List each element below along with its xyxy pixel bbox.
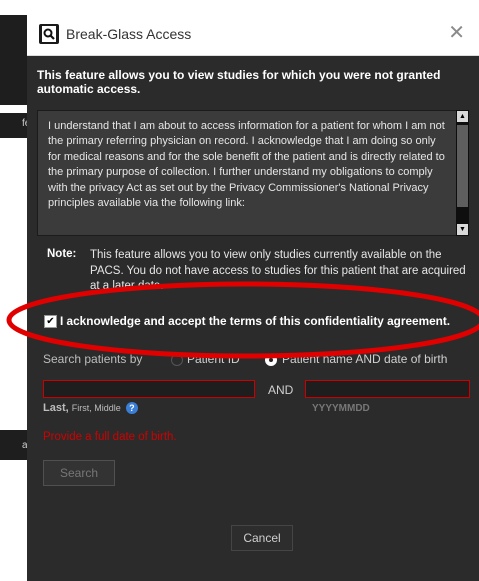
radio-name-dob[interactable]: [265, 354, 277, 366]
and-label: AND: [268, 383, 294, 397]
search-document-icon: [39, 24, 59, 44]
error-message: Provide a full date of birth.: [43, 431, 177, 443]
terms-text: I understand that I am about to access i…: [48, 120, 445, 210]
name-hint-last: Last,: [43, 402, 69, 414]
name-format-hint: Last, First, Middle ?: [43, 402, 138, 415]
scrollbar-thumb[interactable]: [457, 125, 468, 207]
intro-text: This feature allows you to view studies …: [37, 68, 441, 96]
search-button[interactable]: Search: [43, 460, 115, 486]
patient-name-input[interactable]: [43, 380, 255, 398]
close-icon[interactable]: ✕: [448, 23, 465, 43]
help-icon[interactable]: ?: [125, 402, 138, 415]
note-text: This feature allows you to view only stu…: [90, 249, 466, 293]
name-hint-first-middle: First, Middle: [71, 403, 121, 413]
radio-patient-id[interactable]: [171, 354, 183, 366]
radio-name-dob-label[interactable]: Patient name AND date of birth: [282, 352, 447, 366]
radio-patient-id-label[interactable]: Patient ID: [187, 352, 240, 366]
dialog-titlebar: Break-Glass Access ✕: [27, 15, 479, 56]
acknowledge-label[interactable]: I acknowledge and accept the terms of th…: [60, 314, 450, 328]
dob-format-hint: YYYYMMDD: [312, 403, 370, 414]
date-of-birth-input[interactable]: [305, 380, 470, 398]
dialog-title: Break-Glass Access: [66, 26, 192, 42]
cancel-button[interactable]: Cancel: [231, 525, 293, 551]
terms-textbox[interactable]: I understand that I am about to access i…: [37, 110, 457, 236]
scroll-down-icon[interactable]: ▼: [457, 224, 468, 235]
search-by-label: Search patients by: [43, 352, 143, 366]
scroll-up-icon[interactable]: ▲: [457, 111, 468, 122]
acknowledge-checkbox[interactable]: ✔: [44, 315, 57, 328]
terms-scrollbar[interactable]: ▲ ▼: [456, 110, 469, 236]
break-glass-dialog: Break-Glass Access ✕ This feature allows…: [27, 15, 479, 581]
background-panel: [0, 15, 30, 105]
note-label: Note:: [47, 248, 77, 260]
